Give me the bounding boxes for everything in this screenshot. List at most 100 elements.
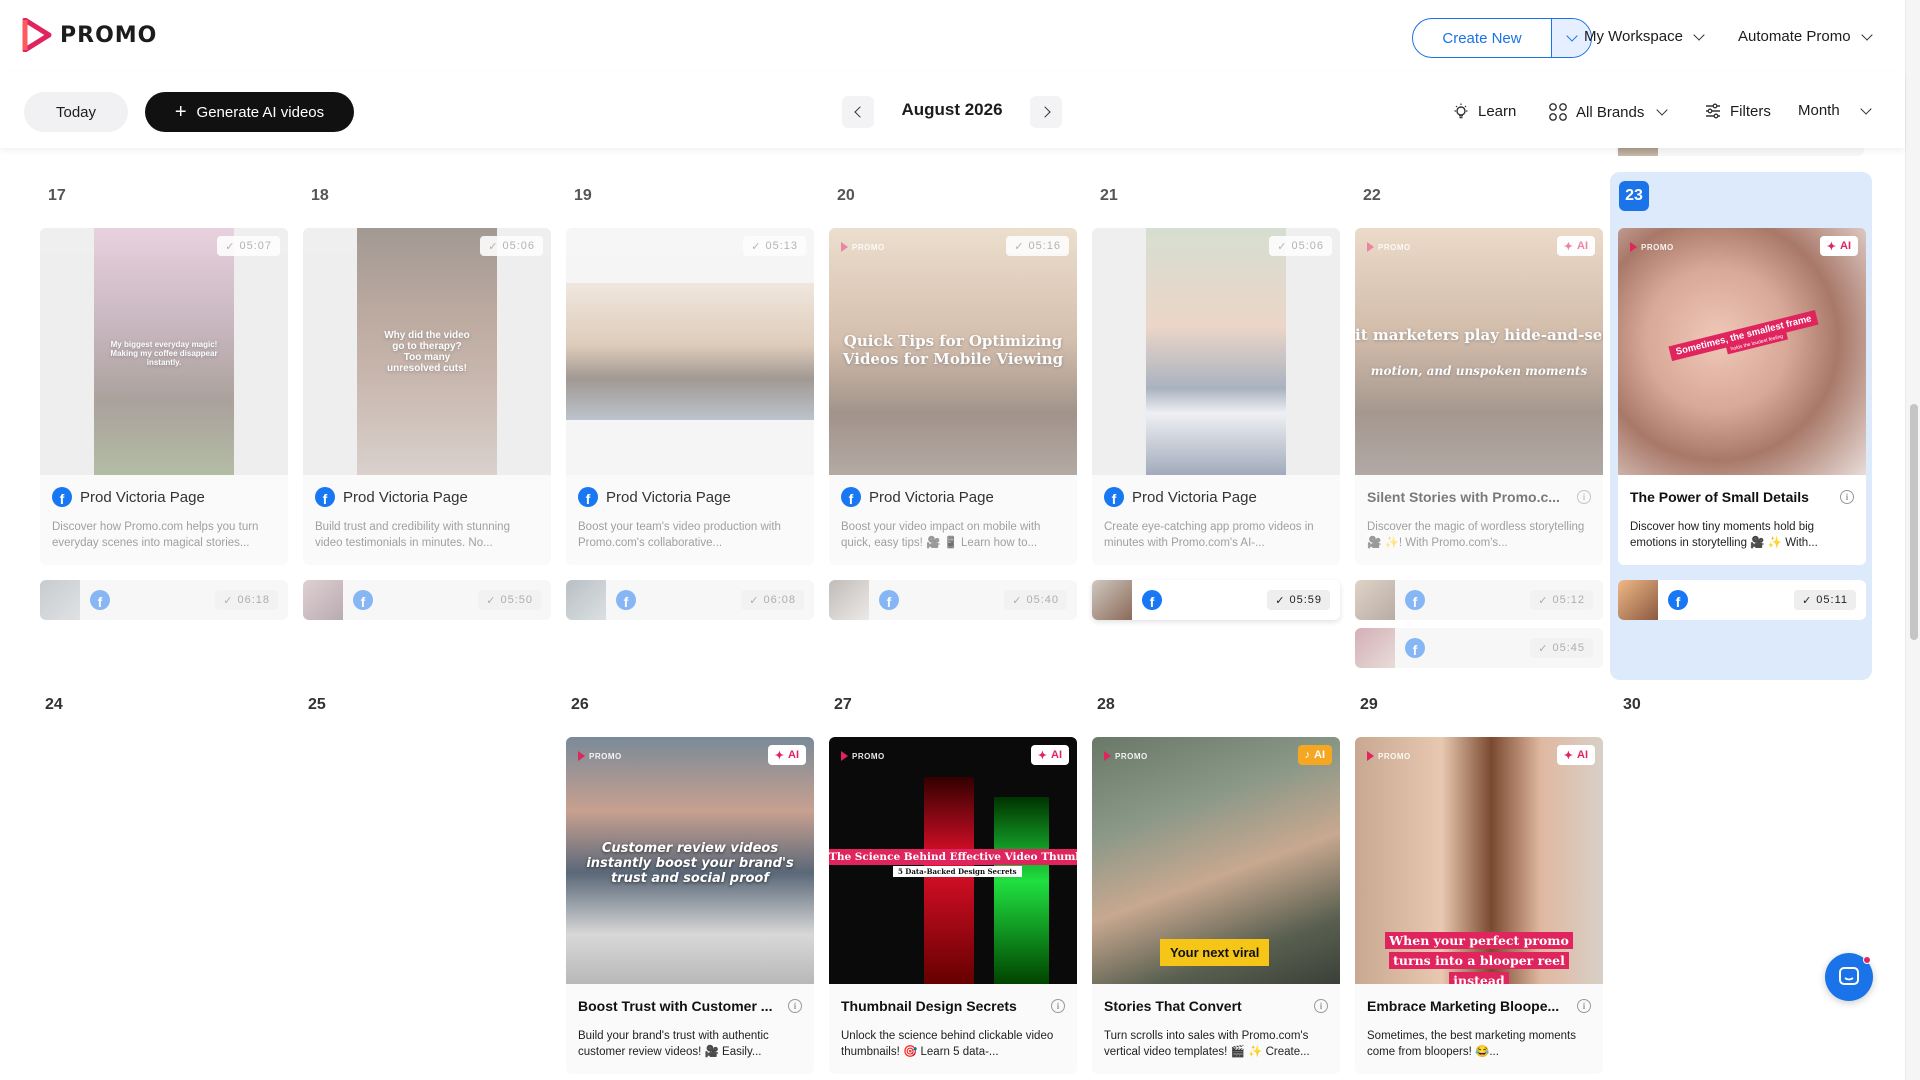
duration-badge: ✓ 05:06 — [1269, 236, 1332, 256]
facebook-page-label: f Prod Victoria Page — [315, 487, 539, 507]
video-thumbnail[interactable]: PROMO Customer review videos instantly b… — [566, 737, 814, 984]
duration-badge: ✓ 05:07 — [217, 236, 280, 256]
generate-ai-videos-button[interactable]: + Generate AI videos — [145, 92, 354, 132]
ai-badge: ✦ AI — [1556, 236, 1595, 256]
draft-post-card[interactable]: PROMO Your next viral ♪ AI Stories That C… — [1092, 737, 1340, 1074]
promo-brand-tag: PROMO — [1630, 242, 1674, 252]
filters-button[interactable]: Filters — [1704, 102, 1771, 120]
facebook-icon: f — [1104, 487, 1124, 507]
scheduled-post-card[interactable]: ✓ 05:06 f Prod Victoria Page Create eye-ca… — [1092, 228, 1340, 565]
post-description: Sometimes, the best marketing moments co… — [1367, 1030, 1576, 1058]
thumbnail-caption: The Science Behind Effective Video Thumb… — [829, 849, 1077, 865]
info-icon[interactable]: i — [1840, 490, 1854, 504]
day-number: 25 — [308, 696, 326, 713]
ai-badge: ✦ AI — [1819, 236, 1858, 256]
duration-badge: ✓ 05:45 — [1530, 638, 1593, 658]
duration-badge: ✓ 05:50 — [478, 590, 541, 610]
scheduled-post-card[interactable]: Why did the video go to therapy? Too man… — [303, 228, 551, 565]
scrollbar-thumb[interactable] — [1910, 404, 1918, 640]
scheduled-post-card[interactable]: ✓ 05:13 f Prod Victoria Page Boost your te… — [566, 228, 814, 565]
post-description: Build trust and credibility with stunnin… — [315, 521, 510, 549]
draft-post-card[interactable]: PROMO Sometimes, the smallest frame hold… — [1618, 228, 1866, 565]
video-thumbnail[interactable]: PROMO When your perfect promo turns into… — [1355, 737, 1603, 984]
chevron-down-icon — [1565, 30, 1578, 42]
thumbnail-caption: it marketers play hide-and-seek? ck hidi… — [1355, 326, 1603, 344]
thumbnail-caption: Customer review videos instantly boost y… — [586, 841, 794, 886]
notification-dot — [1863, 956, 1871, 964]
post-thumbnail — [1092, 580, 1132, 620]
post-description: Discover the magic of wordless storytell… — [1367, 521, 1585, 549]
today-button[interactable]: Today — [24, 92, 128, 132]
post-title: Stories That Convert i — [1104, 996, 1328, 1016]
ai-badge: ♪ AI — [1297, 745, 1332, 765]
duration-badge: ✓ 05:40 — [1004, 590, 1067, 610]
day-number: 19 — [574, 187, 592, 204]
video-thumbnail[interactable]: PROMO Quick Tips for Optimizing Videos f… — [829, 228, 1077, 475]
scheduled-post-card[interactable]: PROMO Quick Tips for Optimizing Videos f… — [829, 228, 1077, 565]
sparkle-icon: ✦ — [1563, 240, 1573, 253]
draft-post-card[interactable]: PROMO When your perfect promo turns into… — [1355, 737, 1603, 1074]
info-icon[interactable]: i — [788, 999, 802, 1013]
duration-badge: ✓ 05:13 — [743, 236, 806, 256]
check-icon: ✓ — [1012, 594, 1023, 607]
scheduled-post-row[interactable]: f ✓ 05:11 — [1618, 580, 1866, 620]
ai-badge: ✦ AI — [767, 745, 806, 765]
video-thumbnail[interactable]: PROMO it marketers play hide-and-seek? c… — [1355, 228, 1603, 475]
day-number: 26 — [571, 696, 589, 713]
info-icon[interactable]: i — [1314, 999, 1328, 1013]
video-thumbnail[interactable]: ✓ 05:06 — [1092, 228, 1340, 475]
all-brands-dropdown[interactable]: All Brands — [1548, 102, 1669, 122]
thumbnail-caption: Why did the video go to therapy? Too man… — [384, 330, 470, 374]
day-number: 30 — [1623, 696, 1641, 713]
video-thumbnail[interactable]: ✓ 05:13 — [566, 228, 814, 475]
facebook-icon: f — [1668, 590, 1688, 610]
next-month-button[interactable] — [1030, 96, 1062, 128]
day-number: 29 — [1360, 696, 1378, 713]
info-icon[interactable]: i — [1051, 999, 1065, 1013]
facebook-icon: f — [841, 487, 861, 507]
video-thumbnail[interactable]: PROMO The Science Behind Effective Video… — [829, 737, 1077, 984]
scheduled-post-row[interactable]: f ✓ 05:50 — [303, 580, 551, 620]
thumbnail-caption: Quick Tips for Optimizing Videos for Mob… — [842, 332, 1064, 368]
chevron-down-icon — [1860, 102, 1872, 115]
top-header: PROMO Create New My Workspace Automate P… — [0, 0, 1905, 72]
facebook-icon: f — [578, 487, 598, 507]
day-number: 27 — [834, 696, 852, 713]
video-thumbnail[interactable]: PROMO Your next viral ♪ AI — [1092, 737, 1340, 984]
generate-label: Generate AI videos — [196, 103, 325, 121]
chat-support-button[interactable] — [1825, 953, 1873, 1001]
post-thumbnail — [829, 580, 869, 620]
promo-logo[interactable]: PROMO — [22, 18, 157, 52]
chevron-right-icon — [1038, 106, 1051, 118]
scheduled-post-row[interactable]: f ✓ 05:45 — [1355, 628, 1603, 668]
chat-bubble-icon — [1839, 967, 1859, 985]
today-date-badge[interactable]: 23 — [1619, 181, 1649, 211]
view-dropdown[interactable]: Month — [1798, 102, 1872, 119]
workspace-dropdown[interactable]: My Workspace — [1584, 28, 1705, 45]
create-new-button[interactable]: Create New — [1412, 18, 1592, 58]
scheduled-post-row[interactable]: f ✓ 05:59 — [1092, 580, 1340, 620]
scheduled-post-card[interactable]: My biggest everyday magic! Making my cof… — [40, 228, 288, 565]
video-thumbnail[interactable]: PROMO Sometimes, the smallest frame hold… — [1618, 228, 1866, 475]
thumbnail-subcaption: 5 Data-Backed Design Secrets — [893, 866, 1022, 877]
create-new-label[interactable]: Create New — [1413, 19, 1551, 57]
sliders-icon — [1706, 103, 1720, 119]
automate-promo-dropdown[interactable]: Automate Promo — [1738, 28, 1873, 45]
logo-text: PROMO — [60, 22, 158, 48]
prev-month-button[interactable] — [842, 96, 874, 128]
page-scrollbar[interactable] — [1905, 0, 1920, 1080]
draft-post-card[interactable]: PROMO Customer review videos instantly b… — [566, 737, 814, 1074]
draft-post-card[interactable]: PROMO it marketers play hide-and-seek? c… — [1355, 228, 1603, 565]
info-icon[interactable]: i — [1577, 999, 1591, 1013]
video-thumbnail[interactable]: My biggest everyday magic! Making my cof… — [40, 228, 288, 475]
scheduled-post-row[interactable]: f ✓ 06:08 — [566, 580, 814, 620]
promo-brand-tag: PROMO — [1367, 242, 1411, 252]
video-thumbnail[interactable]: Why did the video go to therapy? Too man… — [303, 228, 551, 475]
learn-button[interactable]: Learn — [1452, 102, 1516, 120]
scheduled-post-row[interactable]: f ✓ 05:12 — [1355, 580, 1603, 620]
scheduled-post-row[interactable]: f ✓ 06:18 — [40, 580, 288, 620]
check-icon: ✓ — [1538, 642, 1549, 655]
scheduled-post-row[interactable]: f ✓ 05:40 — [829, 580, 1077, 620]
draft-post-card[interactable]: PROMO The Science Behind Effective Video… — [829, 737, 1077, 1074]
info-icon[interactable]: i — [1577, 490, 1591, 504]
